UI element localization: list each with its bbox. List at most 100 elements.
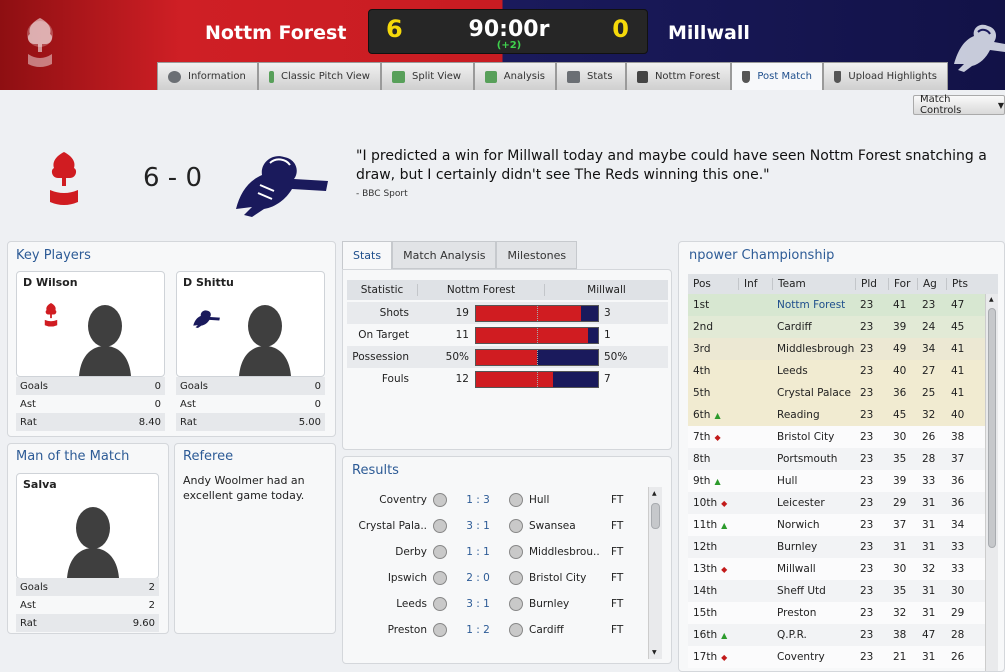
result-row[interactable]: Derby 1 : 1 Middlesbrou.. FT (347, 539, 645, 565)
result-row[interactable]: Crystal Pala.. 3 : 1 Swansea FT (347, 513, 645, 539)
position-label: 17th (693, 651, 718, 663)
result-score[interactable]: 2 : 0 (455, 572, 501, 584)
table-row[interactable]: 6th ▲ Reading 23 45 32 40 (688, 404, 985, 426)
table-row[interactable]: 3rd Middlesbrough 23 49 34 41 (688, 338, 985, 360)
scroll-down-icon[interactable]: ▼ (652, 649, 657, 656)
team-name[interactable]: Bristol City (772, 431, 855, 443)
col-pos[interactable]: Pos (688, 278, 738, 290)
cell-pts: 45 (951, 321, 965, 333)
away-team: Bristol City (529, 572, 587, 584)
table-row[interactable]: 5th Crystal Palace 23 36 25 41 (688, 382, 985, 404)
tab-nottm-forest[interactable]: Nottm Forest (626, 62, 731, 90)
player-card[interactable]: D Wilson (16, 271, 165, 377)
arrow-down-icon: ◆ (721, 499, 728, 508)
col-for[interactable]: For (888, 278, 917, 290)
team-name[interactable]: Preston (772, 607, 855, 619)
table-row[interactable]: 10th ◆ Leicester 23 29 31 36 (688, 492, 985, 514)
cell-pts: 26 (951, 651, 965, 663)
result-row[interactable]: Ipswich 2 : 0 Bristol City FT (347, 565, 645, 591)
team-name[interactable]: Leeds (772, 365, 855, 377)
scroll-thumb[interactable] (651, 503, 660, 529)
result-row[interactable]: Leeds 3 : 1 Burnley FT (347, 591, 645, 617)
referee-panel: Referee Andy Woolmer had an excellent ga… (174, 443, 336, 634)
result-score[interactable]: 1 : 1 (455, 546, 501, 558)
player-card[interactable]: Salva (16, 473, 159, 579)
team-name[interactable]: Cardiff (772, 321, 855, 333)
tab-classic-pitch-view[interactable]: Classic Pitch View (258, 62, 381, 90)
result-score[interactable]: 3 : 1 (455, 598, 501, 610)
tab-milestones[interactable]: Milestones (496, 241, 578, 269)
player-name: Salva (23, 478, 57, 491)
cell-pld: 23 (860, 365, 874, 377)
cell-for: 35 (893, 453, 907, 465)
tab-stats[interactable]: Stats (556, 62, 626, 90)
scroll-up-icon[interactable]: ▲ (652, 490, 657, 497)
team-name[interactable]: Middlesbrough (772, 343, 855, 355)
team-name[interactable]: Burnley (772, 541, 855, 553)
team-name[interactable]: Sheff Utd (772, 585, 855, 597)
table-row[interactable]: 12th Burnley 23 31 31 33 (688, 536, 985, 558)
tab-analysis[interactable]: Analysis (474, 62, 556, 90)
cell-ag: 26 (922, 431, 936, 443)
stat-value: 5.00 (298, 416, 321, 428)
team-name[interactable]: Crystal Palace (772, 387, 855, 399)
league-header: Pos Inf Team Pld For Ag Pts (688, 274, 998, 294)
table-row[interactable]: 14th Sheff Utd 23 35 31 30 (688, 580, 985, 602)
col-pts[interactable]: Pts (946, 278, 979, 290)
result-score[interactable]: 3 : 1 (455, 520, 501, 532)
tab-match-analysis[interactable]: Match Analysis (392, 241, 497, 269)
tab-stats-summary[interactable]: Stats (342, 241, 393, 269)
team-name[interactable]: Q.P.R. (772, 629, 855, 641)
results-scrollbar[interactable]: ▲ ▼ (648, 487, 662, 659)
scroll-up-icon[interactable]: ▲ (989, 296, 994, 303)
league-scrollbar[interactable]: ▲ (985, 294, 998, 671)
tab-split-view[interactable]: Split View (381, 62, 474, 90)
team-name[interactable]: Portsmouth (772, 453, 855, 465)
team-name[interactable]: Coventry (772, 651, 855, 663)
table-row[interactable]: 4th Leeds 23 40 27 41 (688, 360, 985, 382)
team-name[interactable]: Millwall (772, 563, 855, 575)
team-name[interactable]: Reading (772, 409, 855, 421)
pundit-quote: "I predicted a win for Millwall today an… (356, 148, 987, 183)
table-row[interactable]: 2nd Cardiff 23 39 24 45 (688, 316, 985, 338)
chevron-down-icon: ▼ (997, 100, 1004, 110)
result-score[interactable]: 1 : 2 (455, 624, 501, 636)
tab-label: Classic Pitch View (280, 71, 370, 82)
team-name[interactable]: Hull (772, 475, 855, 487)
stat-bar-midline (537, 327, 538, 343)
table-row[interactable]: 11th ▲ Norwich 23 37 31 34 (688, 514, 985, 536)
stats-icon (567, 70, 580, 83)
table-row[interactable]: 7th ◆ Bristol City 23 30 26 38 (688, 426, 985, 448)
tab-post-match[interactable]: Post Match (731, 62, 823, 90)
table-row[interactable]: 1st Nottm Forest 23 41 23 47 (688, 294, 985, 316)
table-row[interactable]: 13th ◆ Millwall 23 30 32 33 (688, 558, 985, 580)
col-pld[interactable]: Pld (855, 278, 888, 290)
player-card[interactable]: D Shittu (176, 271, 325, 377)
cell-pts: 38 (951, 431, 965, 443)
position-label: 8th (693, 453, 711, 465)
table-row[interactable]: 9th ▲ Hull 23 39 33 36 (688, 470, 985, 492)
col-ag[interactable]: Ag (917, 278, 946, 290)
added-time: (+2) (496, 40, 522, 51)
cell-pts: 47 (951, 299, 965, 311)
result-score[interactable]: 1 : 3 (455, 494, 501, 506)
result-row[interactable]: Preston 1 : 2 Cardiff FT (347, 617, 645, 643)
team-name[interactable]: Nottm Forest (772, 299, 855, 311)
team-name[interactable]: Leicester (772, 497, 855, 509)
table-row[interactable]: 15th Preston 23 32 31 29 (688, 602, 985, 624)
table-row[interactable]: 8th Portsmouth 23 35 28 37 (688, 448, 985, 470)
col-team[interactable]: Team (772, 278, 855, 290)
col-inf[interactable]: Inf (738, 278, 772, 290)
position: 1st (688, 299, 738, 311)
scroll-thumb[interactable] (988, 308, 996, 548)
results-title: Results (352, 463, 399, 478)
tab-information[interactable]: Information (157, 62, 258, 90)
cell-pld: 23 (860, 651, 874, 663)
team-name[interactable]: Norwich (772, 519, 855, 531)
table-row[interactable]: 16th ▲ Q.P.R. 23 38 47 28 (688, 624, 985, 646)
result-row[interactable]: Coventry 1 : 3 Hull FT (347, 487, 645, 513)
match-controls-dropdown[interactable]: Match Controls ▼ (913, 94, 1005, 116)
table-row[interactable]: 17th ◆ Coventry 23 21 31 26 (688, 646, 985, 668)
tab-upload-highlights[interactable]: Upload Highlights (823, 62, 948, 90)
cell-ag: 31 (922, 607, 936, 619)
